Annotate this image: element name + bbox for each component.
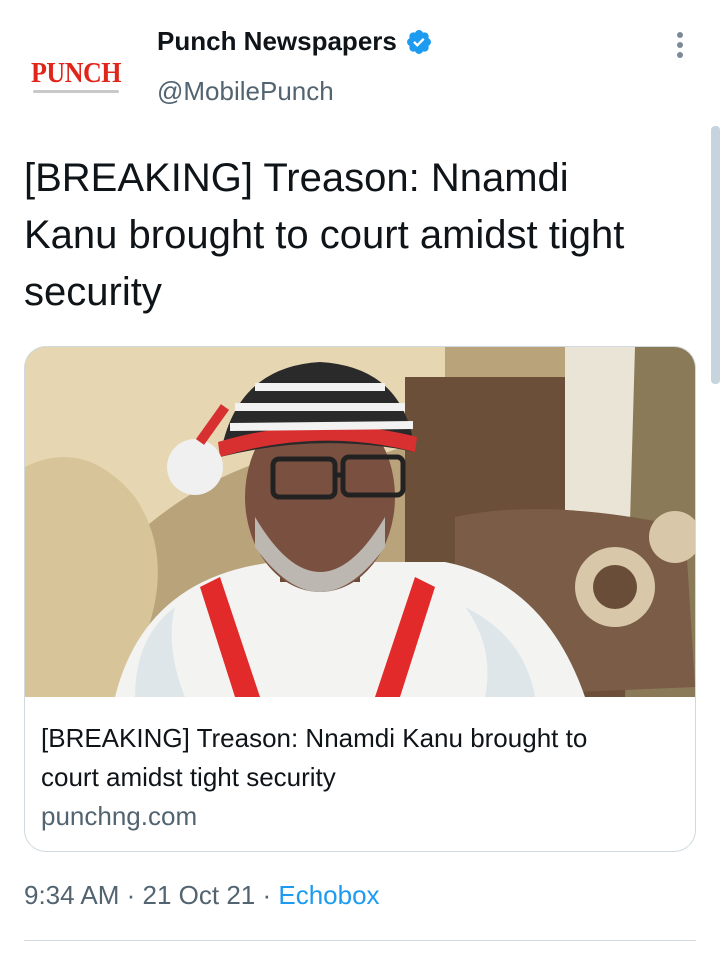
logo-tagline — [33, 89, 119, 93]
meta-separator: · — [119, 880, 143, 910]
card-image[interactable] — [25, 347, 695, 697]
verified-badge-icon — [406, 29, 431, 54]
punch-logo: PUNCH — [31, 56, 121, 88]
tweet-date[interactable]: 21 Oct 21 — [143, 880, 256, 910]
avatar[interactable]: PUNCH — [24, 36, 128, 116]
divider — [24, 940, 696, 941]
display-name[interactable]: Punch Newspapers — [157, 26, 397, 57]
author-name-row[interactable]: Punch Newspapers — [157, 26, 433, 57]
card-title[interactable]: [BREAKING] Treason: Nnamdi Kanu brought … — [41, 719, 681, 797]
tweet-meta: 9:34 AM · 21 Oct 21 · Echobox — [24, 880, 380, 911]
tweet-source-link[interactable]: Echobox — [278, 880, 379, 910]
account-handle[interactable]: @MobilePunch — [157, 76, 334, 107]
tweet-time[interactable]: 9:34 AM — [24, 880, 119, 910]
tweet-text: [BREAKING] Treason: Nnamdi Kanu brought … — [24, 156, 625, 314]
meta-separator: · — [255, 880, 279, 910]
link-card[interactable]: [BREAKING] Treason: Nnamdi Kanu brought … — [24, 346, 696, 852]
more-vertical-icon[interactable] — [668, 28, 692, 62]
scrollbar[interactable] — [711, 126, 720, 384]
card-domain[interactable]: punchng.com — [41, 801, 197, 832]
